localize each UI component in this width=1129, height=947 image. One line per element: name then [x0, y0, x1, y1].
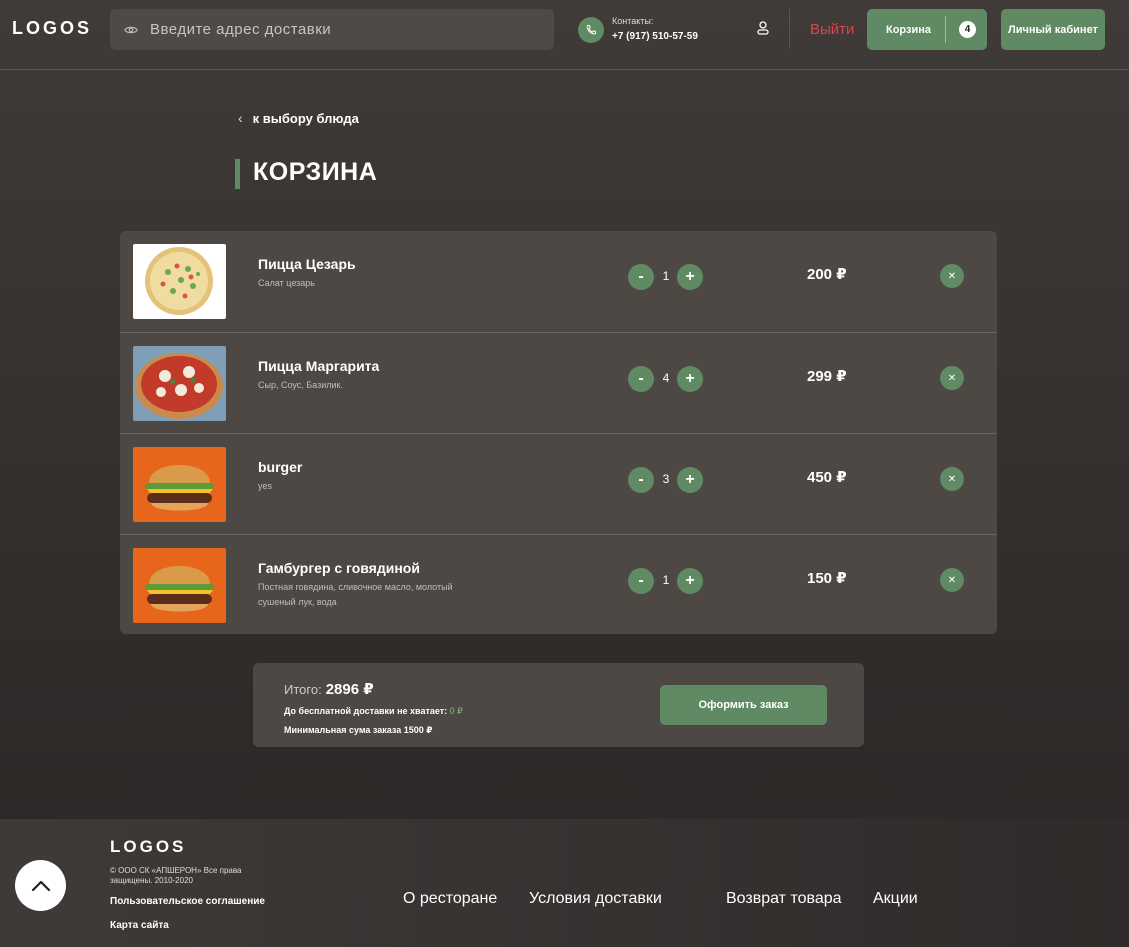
back-link-label: к выбору блюда	[252, 110, 359, 126]
order-summary: Итого: 2896 ₽ До бесплатной доставки не …	[253, 663, 864, 747]
item-description: Салат цезарь	[258, 278, 315, 288]
remove-item-button[interactable]: ✕	[940, 264, 964, 288]
item-quantity: 3	[662, 472, 670, 486]
free-delivery-label: До бесплатной доставки не хватает:	[284, 706, 448, 716]
cart-item: Пицца Цезарь Салат цезарь - 1 + 200 ₽ ✕	[120, 231, 997, 332]
decrease-qty-button[interactable]: -	[628, 568, 654, 594]
footer-nav-promotions[interactable]: Акции	[873, 890, 918, 908]
item-description: Постная говядина, сливочное масло, молот…	[258, 582, 453, 607]
remove-item-button[interactable]: ✕	[940, 366, 964, 390]
cart-list: Пицца Цезарь Салат цезарь - 1 + 200 ₽ ✕ …	[120, 231, 997, 634]
increase-qty-button[interactable]: +	[677, 264, 703, 290]
footer-link-sitemap[interactable]: Карта сайта	[110, 920, 169, 931]
decrease-qty-button[interactable]: -	[628, 264, 654, 290]
cart-count-badge: 4	[959, 21, 976, 38]
cart-label: Корзина	[886, 23, 931, 36]
phone-number[interactable]: +7 (917) 510-57-59	[612, 31, 698, 42]
address-input[interactable]	[150, 21, 510, 38]
header: LOGOS Контакты: +7 (917) 510-57-59 Выйти…	[0, 0, 1129, 70]
product-image-pizza-margarita	[133, 346, 226, 421]
item-name: Пицца Маргарита	[258, 358, 380, 374]
close-icon: ✕	[947, 574, 957, 586]
footer-nav-returns[interactable]: Возврат товара	[726, 890, 842, 908]
product-image-burger	[133, 548, 226, 623]
location-icon	[124, 26, 138, 33]
footer-nav-delivery[interactable]: Условия доставки	[529, 890, 662, 908]
decrease-qty-button[interactable]: -	[628, 467, 654, 493]
increase-qty-button[interactable]: +	[677, 366, 703, 392]
product-image-burger	[133, 447, 226, 522]
close-icon: ✕	[947, 473, 957, 485]
item-price: 200 ₽	[807, 266, 847, 283]
item-name: Пицца Цезарь	[258, 256, 356, 272]
free-delivery-note: До бесплатной доставки не хватает: 0 ₽	[284, 706, 463, 717]
page-title: КОРЗИНА	[253, 158, 378, 186]
phone-glyph-icon	[586, 25, 596, 35]
scroll-to-top-button[interactable]	[15, 860, 66, 911]
item-price: 450 ₽	[807, 469, 847, 486]
min-order-note: Минимальная сума заказа 1500 ₽	[284, 725, 433, 735]
copyright: © ООО СК «АПШЕРОН» Все права защищены. 2…	[110, 866, 242, 885]
title-accent-bar	[235, 159, 240, 189]
free-delivery-value: 0 ₽	[449, 706, 463, 716]
footer-logo[interactable]: LOGOS	[110, 837, 186, 857]
item-name: Гамбургер с говядиной	[258, 560, 420, 576]
chevron-left-icon: ‹	[238, 110, 243, 126]
order-total: Итого: 2896 ₽	[284, 680, 374, 698]
footer: LOGOS © ООО СК «АПШЕРОН» Все права защищ…	[0, 819, 1129, 947]
chevron-up-icon	[31, 880, 50, 891]
increase-qty-button[interactable]: +	[677, 467, 703, 493]
total-label: Итого:	[284, 682, 322, 697]
product-image-pizza-caesar	[133, 244, 226, 319]
item-quantity: 1	[662, 269, 670, 283]
user-icon[interactable]	[755, 20, 771, 36]
close-icon: ✕	[947, 270, 957, 282]
cart-button[interactable]: Корзина 4	[867, 9, 987, 50]
logout-link[interactable]: Выйти	[810, 21, 854, 38]
item-name: burger	[258, 459, 303, 475]
total-value: 2896 ₽	[325, 681, 374, 698]
remove-item-button[interactable]: ✕	[940, 467, 964, 491]
phone-icon[interactable]	[578, 17, 604, 43]
remove-item-button[interactable]: ✕	[940, 568, 964, 592]
logo[interactable]: LOGOS	[12, 18, 92, 39]
item-price: 299 ₽	[807, 368, 847, 385]
cart-item: burger yes - 3 + 450 ₽ ✕	[120, 433, 997, 534]
item-description: yes	[258, 481, 273, 491]
item-quantity: 1	[662, 573, 670, 587]
increase-qty-button[interactable]: +	[677, 568, 703, 594]
item-price: 150 ₽	[807, 570, 847, 587]
back-link[interactable]: ‹ к выбору блюда	[238, 110, 359, 126]
close-icon: ✕	[947, 372, 957, 384]
footer-link-user-agreement[interactable]: Пользовательское соглашение	[110, 896, 265, 907]
contacts-label: Контакты:	[612, 16, 654, 26]
header-divider	[789, 9, 790, 49]
item-description: Сыр, Соус, Базилик.	[258, 380, 343, 390]
footer-nav-about[interactable]: О ресторане	[403, 890, 497, 908]
checkout-button[interactable]: Оформить заказ	[660, 685, 827, 725]
item-quantity: 4	[662, 371, 670, 385]
cart-item: Пицца Маргарита Сыр, Соус, Базилик. - 4 …	[120, 332, 997, 433]
decrease-qty-button[interactable]: -	[628, 366, 654, 392]
account-button[interactable]: Личный кабинет	[1001, 9, 1105, 50]
contacts: Контакты: +7 (917) 510-57-59	[612, 16, 698, 42]
cart-separator	[945, 16, 946, 43]
cart-item: Гамбургер с говядиной Постная говядина, …	[120, 534, 997, 634]
address-field[interactable]	[110, 9, 554, 50]
